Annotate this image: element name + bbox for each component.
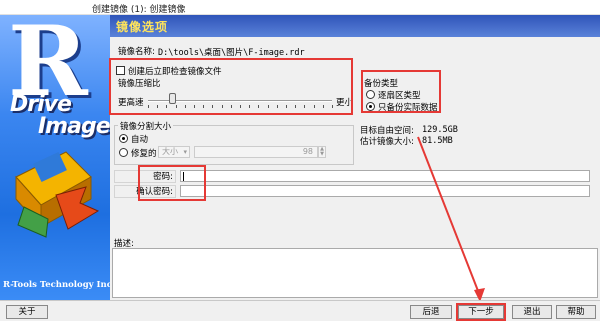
compression-left-label: 更高速 [118,98,144,108]
page-title: 镜像选项 [116,20,169,34]
password-input[interactable] [180,170,590,182]
compression-tick [166,105,168,108]
description-textarea[interactable] [112,248,598,298]
confirm-password-input[interactable] [180,185,590,197]
compression-tick [304,105,306,108]
chevron-down-icon: ▾ [183,148,187,156]
confirm-password-label: 确认密码: [114,185,176,198]
free-space-value: 129.5GB [422,125,458,135]
compression-tick [276,105,278,108]
disk-arrow-icon [15,151,100,238]
split-fixed-label: 修复的 [131,149,157,159]
next-button[interactable]: 下一步 [458,305,504,319]
company-name: R-Tools Technology Inc. [3,280,110,290]
button-bar: 关于 后退 下一步 退出 帮助 [0,300,600,321]
compression-tick [194,105,195,108]
text-cursor [183,172,184,181]
drive-image-banner: R Drive Image R-Tools Technology Inc. [0,15,110,300]
compression-tick [230,105,232,108]
image-size-label: 估计镜像大小: [360,137,414,147]
compression-tick [157,105,159,108]
window-title: 创建镜像 (1): 创建镜像 [92,5,186,15]
compression-tick [148,105,149,108]
page-header: 镜像选项 [110,15,600,37]
data-only-backup-radio[interactable] [366,102,375,111]
sector-backup-radio[interactable] [366,90,375,99]
split-unit-text: 大小 [162,147,178,156]
image-size-value: 81.5MB [422,136,453,146]
compression-label: 镜像压缩比 [118,79,161,89]
split-unit-select[interactable]: 大小 ▾ [158,146,190,158]
split-size-label: 镜像分割大小 [118,120,174,132]
about-button[interactable]: 关于 [6,305,48,319]
back-button[interactable]: 后退 [410,305,452,319]
exit-button[interactable]: 退出 [512,305,552,319]
compression-tick [221,105,223,108]
compression-tick [258,105,260,108]
split-auto-label: 自动 [131,135,149,145]
compression-tick [286,105,287,108]
split-fixed-radio[interactable] [119,148,128,157]
options-panel: 镜像名称: D:\tools\桌面\图片\F-image.rdr 创建后立即检查… [109,37,600,300]
logo-word-image: Image [38,114,110,139]
compression-tick [322,105,324,108]
split-size-number[interactable]: 98 [194,146,318,158]
compression-tick [332,105,333,108]
compression-tick [240,105,241,108]
compression-tick [313,105,315,108]
verify-checkbox[interactable] [116,66,125,75]
image-name-label: 镜像名称: [118,47,155,57]
compression-tick [203,105,205,108]
data-only-backup-label: 只备份实际数据 [378,103,438,113]
compression-tick [267,105,269,108]
backup-type-label: 备份类型 [364,79,399,89]
compression-tick [295,105,297,108]
spin-arrows-icon[interactable]: ▲ ▼ [318,146,326,158]
compression-tick [212,105,214,108]
compression-tick [184,105,186,108]
verify-label: 创建后立即检查镜像文件 [128,67,222,77]
password-label: 密码: [114,170,176,183]
compression-slider-thumb[interactable] [168,93,176,104]
compression-right-label: 更小 [336,98,354,108]
compression-tick [175,105,177,108]
help-button[interactable]: 帮助 [556,305,596,319]
sector-backup-label: 逐扇区类型 [378,91,421,101]
title-bar: 创建镜像 (1): 创建镜像 [0,0,600,15]
image-name-value: D:\tools\桌面\图片\F-image.rdr [158,48,305,58]
compression-tick [249,105,251,108]
split-auto-radio[interactable] [119,134,128,143]
